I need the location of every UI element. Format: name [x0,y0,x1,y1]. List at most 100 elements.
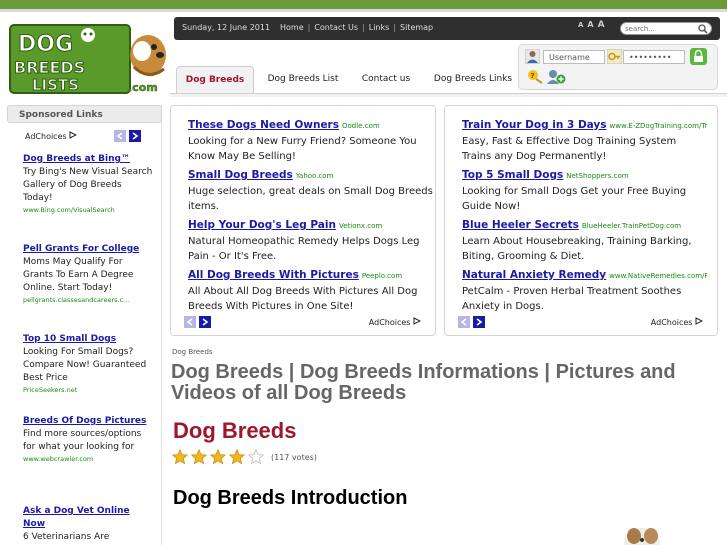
top-link-home[interactable]: Home [280,23,304,32]
font-size-large-button[interactable]: A [598,20,605,30]
sidebar-prev-button[interactable] [114,130,126,142]
panel-ad-title[interactable]: These Dogs Need Owners [188,119,339,131]
user-icon [525,49,540,64]
panel-ad: Help Your Dog's Leg Pain Vetionx.com Natu… [188,218,433,264]
top-band [0,0,727,9]
star-icon[interactable] [248,449,264,465]
sidebar-ad-title[interactable]: Pell Grants For College [23,243,153,256]
dog-photo [624,528,660,545]
font-size-controls: AAA [578,20,609,30]
sidebar-ad-body: Find more sources/options for what your … [23,429,142,452]
panel-adchoices[interactable]: AdChoices [368,317,422,327]
chevron-right-icon [476,318,483,326]
username-placeholder: Username [549,53,590,62]
article-title[interactable]: Dog Breeds [173,418,296,444]
panel-ad-title[interactable]: Help Your Dog's Leg Pain [188,219,336,231]
panel-ad: Train Your Dog in 3 Days www.E-ZDogTraini… [462,118,707,164]
panel-ad-body: Easy, Fast & Effective Dog Training Syst… [462,136,677,162]
sidebar-ad-url[interactable]: pellgrants.classesandcareers.c... [23,295,153,305]
star-icon[interactable] [191,449,207,465]
star-icon[interactable] [229,449,245,465]
panel-ad-url[interactable]: Vetionx.com [339,222,382,230]
sidebar-ad-url[interactable]: www.Bing.com/VisualSearch [23,205,153,215]
breadcrumb[interactable]: Dog Breeds [172,348,213,356]
panel-ad-title[interactable]: Small Dog Breeds [188,169,293,181]
search-icon[interactable] [698,24,708,34]
sidebar-ad-title[interactable]: Ask a Dog Vet Online Now [23,505,153,531]
password-field[interactable]: ••••••••• [623,50,685,64]
page-title: Dog Breeds | Dog Breeds Informations | P… [171,361,676,404]
forgot-and-register-icons[interactable]: ? [527,67,569,85]
sidebar-ad-title[interactable]: Top 10 Small Dogs [23,333,153,346]
sidebar-ad: Dog Breeds at Bing™ Try Bing's New Visua… [23,153,153,215]
svg-text:DOG: DOG [18,32,73,57]
panel-ad-title[interactable]: Natural Anxiety Remedy [462,269,606,281]
search-box [620,22,712,35]
login-button[interactable] [690,48,707,65]
panel-ad-title[interactable]: Top 5 Small Dogs [462,169,563,181]
panel-next-button[interactable] [199,316,211,328]
adchoices-icon [695,317,704,325]
tab-dog-breeds-links[interactable]: Dog Breeds Links [428,66,518,93]
panel-ad-url[interactable]: Oodle.com [342,122,380,130]
sidebar-ad-body: Try Bing's New Visual Search Gallery of … [23,167,153,203]
font-size-small-button[interactable]: A [578,21,583,29]
sidebar-ad-url[interactable]: www.webcrawler.com [23,454,153,464]
chevron-left-icon [186,318,193,326]
top-link-contact[interactable]: Contact Us [314,23,358,32]
sidebar-ad-title[interactable]: Dog Breeds at Bing™ [23,153,153,166]
panel-ad-title[interactable]: All Dog Breeds With Pictures [188,269,359,281]
adchoices-icon [69,131,78,139]
star-icon[interactable] [210,449,226,465]
panel-ad-title[interactable]: Blue Heeler Secrets [462,219,579,231]
chevron-right-icon [132,132,139,140]
ad-panel-left: These Dogs Need Owners Oodle.com Looking … [170,105,436,336]
panel-ad-body: Learn About Housebreaking, Training Bark… [462,236,692,262]
panel-ad: All Dog Breeds With Pictures Peeplo.com A… [188,268,433,314]
sidebar-ad-body: Moms May Qualify For Grants To Earn A De… [23,257,134,293]
top-divider [0,9,727,12]
font-size-medium-button[interactable]: A [587,20,593,29]
panel-ad-url[interactable]: www.NativeRemedies.com/Pet... [609,272,707,280]
separator: | [362,23,365,32]
sidebar-next-button[interactable] [129,130,141,142]
current-date: Sunday, 12 June 2011 [182,23,271,32]
panel-ad-url[interactable]: www.E-ZDogTraining.com/Try... [610,122,707,130]
username-field[interactable]: Username [543,50,605,64]
sidebar-ad-url[interactable]: PriceSeekers.net [23,385,153,395]
left-sidebar: Sponsored Links AdChoices Dog Breeds at … [7,105,162,545]
sidebar-ad: Ask a Dog Vet Online Now 6 Veterinarians… [23,505,153,544]
panel-next-button[interactable] [473,316,485,328]
sidebar-title: Sponsored Links [19,110,103,120]
panel-ad: Natural Anxiety Remedy www.NativeRemedies… [462,268,707,314]
panel-prev-button[interactable] [184,316,196,328]
panel-ad-body: Looking for Small Dogs Get your Free Buy… [462,186,687,212]
panel-ad: Small Dog Breeds Yahoo.com Huge selection… [188,168,433,214]
svg-text:LISTS: LISTS [32,76,79,94]
sidebar-ad-title[interactable]: Breeds Of Dogs Pictures [23,415,153,428]
panel-ad-url[interactable]: NetShoppers.com [566,172,628,180]
sidebar-adchoices[interactable]: AdChoices [25,131,78,141]
adchoices-label: AdChoices [368,318,411,327]
panel-ad-url[interactable]: Peeplo.com [362,272,402,280]
top-link-links[interactable]: Links [369,23,390,32]
tab-dog-breeds-list[interactable]: Dog Breeds List [264,66,342,93]
panel-ad-body: Looking for a New Furry Friend? Someone … [188,136,417,162]
top-link-sitemap[interactable]: Sitemap [400,23,433,32]
adchoices-icon [413,317,422,325]
login-box: Username ••••••••• ? [518,44,718,90]
star-icon[interactable] [172,449,188,465]
svg-text:.com: .com [128,81,158,94]
site-logo[interactable]: DOG BREEDS LISTS .com [8,23,171,95]
sidebar-ad: Pell Grants For College Moms May Qualify… [23,243,153,305]
tab-dog-breeds[interactable]: Dog Breeds [176,66,254,93]
panel-ad: These Dogs Need Owners Oodle.com Looking … [188,118,433,164]
panel-adchoices[interactable]: AdChoices [650,317,704,327]
panel-ad-title[interactable]: Train Your Dog in 3 Days [462,119,607,131]
panel-prev-button[interactable] [458,316,470,328]
adchoices-label: AdChoices [650,318,693,327]
tab-contact-us[interactable]: Contact us [354,66,418,93]
panel-ad-url[interactable]: BlueHeeler.TrainPetDog.com [582,222,681,230]
search-input[interactable] [625,23,695,34]
panel-ad-url[interactable]: Yahoo.com [296,172,334,180]
